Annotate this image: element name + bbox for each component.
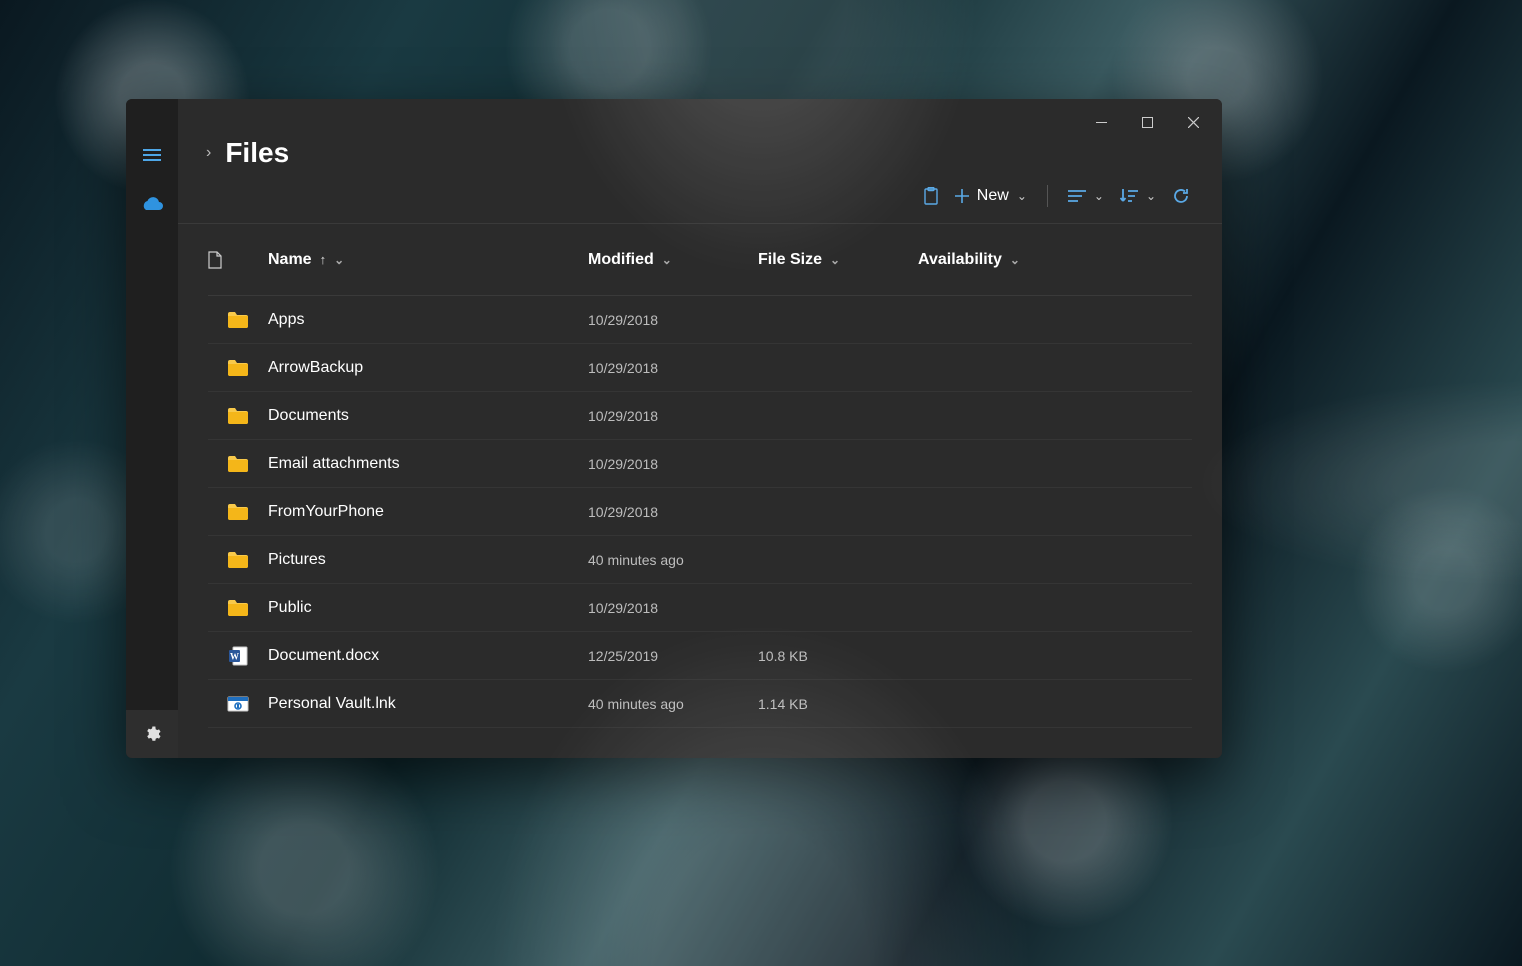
file-row[interactable]: W Document.docx12/25/201910.8 KB — [208, 632, 1192, 680]
titlebar — [178, 99, 1222, 139]
word-icon: W — [208, 646, 268, 666]
chevron-down-icon: ⌄ — [1017, 189, 1027, 203]
cloud-icon — [140, 195, 164, 211]
folder-icon — [208, 455, 268, 473]
hamburger-button[interactable] — [126, 133, 178, 177]
paste-button[interactable] — [921, 183, 941, 209]
folder-icon — [208, 407, 268, 425]
chevron-right-icon[interactable]: › — [206, 144, 211, 162]
chevron-down-icon: ⌄ — [662, 253, 672, 267]
sort-button[interactable]: ⌄ — [1118, 184, 1158, 208]
chevron-down-icon: ⌄ — [830, 253, 840, 267]
folder-icon — [208, 551, 268, 569]
onedrive-button[interactable] — [126, 181, 178, 225]
file-modified: 40 minutes ago — [588, 696, 758, 712]
file-size: 10.8 KB — [758, 648, 918, 664]
file-row[interactable]: Apps10/29/2018 — [208, 296, 1192, 344]
sidebar — [126, 99, 178, 758]
file-name: Document.docx — [268, 647, 588, 665]
maximize-button[interactable] — [1124, 107, 1170, 137]
gear-icon — [143, 725, 161, 743]
folder-icon — [208, 599, 268, 617]
file-modified: 10/29/2018 — [588, 456, 758, 472]
app-window: › Files New ⌄ ⌄ — [126, 99, 1222, 758]
column-icon[interactable] — [208, 251, 268, 269]
minimize-button[interactable] — [1078, 107, 1124, 137]
sort-asc-icon: ↑ — [320, 252, 327, 267]
file-name: Apps — [268, 311, 588, 329]
column-size[interactable]: File Size ⌄ — [758, 251, 918, 269]
file-modified: 10/29/2018 — [588, 360, 758, 376]
folder-icon — [208, 311, 268, 329]
folder-icon — [208, 359, 268, 377]
chevron-down-icon: ⌄ — [1010, 253, 1020, 267]
refresh-icon — [1172, 187, 1190, 205]
toolbar-separator — [1047, 185, 1048, 207]
refresh-button[interactable] — [1170, 183, 1192, 209]
file-row[interactable]: FromYourPhone10/29/2018 — [208, 488, 1192, 536]
svg-text:W: W — [230, 651, 239, 661]
file-size: 1.14 KB — [758, 696, 918, 712]
file-row[interactable]: Documents10/29/2018 — [208, 392, 1192, 440]
hamburger-icon — [143, 149, 161, 161]
breadcrumb-title[interactable]: Files — [225, 137, 289, 169]
new-button[interactable]: New ⌄ — [953, 183, 1029, 209]
column-name-label: Name — [268, 251, 312, 269]
file-name: Documents — [268, 407, 588, 425]
chevron-down-icon: ⌄ — [1094, 189, 1104, 203]
toolbar: New ⌄ ⌄ ⌄ — [178, 175, 1222, 224]
list-view-icon — [1068, 189, 1086, 203]
file-modified: 40 minutes ago — [588, 552, 758, 568]
new-button-label: New — [977, 187, 1009, 205]
chevron-down-icon: ⌄ — [334, 253, 344, 267]
file-modified: 10/29/2018 — [588, 504, 758, 520]
file-modified: 10/29/2018 — [588, 312, 758, 328]
file-name: Pictures — [268, 551, 588, 569]
maximize-icon — [1142, 117, 1153, 128]
close-button[interactable] — [1170, 107, 1216, 137]
column-name[interactable]: Name ↑ ⌄ — [268, 251, 588, 269]
file-row[interactable]: Public10/29/2018 — [208, 584, 1192, 632]
view-button[interactable]: ⌄ — [1066, 185, 1106, 207]
file-name: FromYourPhone — [268, 503, 588, 521]
folder-icon — [208, 503, 268, 521]
file-name: Email attachments — [268, 455, 588, 473]
vault-icon — [208, 695, 268, 713]
sort-icon — [1120, 188, 1138, 204]
file-row[interactable]: Email attachments10/29/2018 — [208, 440, 1192, 488]
clipboard-icon — [923, 187, 939, 205]
column-availability[interactable]: Availability ⌄ — [918, 251, 1192, 269]
list-header: Name ↑ ⌄ Modified ⌄ File Size ⌄ Availabi… — [208, 224, 1192, 296]
file-row[interactable]: Personal Vault.lnk40 minutes ago1.14 KB — [208, 680, 1192, 728]
file-modified: 10/29/2018 — [588, 408, 758, 424]
main-panel: › Files New ⌄ ⌄ — [178, 99, 1222, 758]
column-size-label: File Size — [758, 251, 822, 269]
file-name: ArrowBackup — [268, 359, 588, 377]
file-modified: 10/29/2018 — [588, 600, 758, 616]
file-list: Name ↑ ⌄ Modified ⌄ File Size ⌄ Availabi… — [178, 224, 1222, 758]
column-modified-label: Modified — [588, 251, 654, 269]
file-name: Public — [268, 599, 588, 617]
chevron-down-icon: ⌄ — [1146, 189, 1156, 203]
breadcrumb: › Files — [178, 137, 1222, 175]
file-row[interactable]: Pictures40 minutes ago — [208, 536, 1192, 584]
file-name: Personal Vault.lnk — [268, 695, 588, 713]
column-modified[interactable]: Modified ⌄ — [588, 251, 758, 269]
settings-button[interactable] — [126, 710, 178, 758]
minimize-icon — [1096, 117, 1107, 128]
column-availability-label: Availability — [918, 251, 1002, 269]
file-outline-icon — [208, 251, 222, 269]
close-icon — [1188, 117, 1199, 128]
file-row[interactable]: ArrowBackup10/29/2018 — [208, 344, 1192, 392]
plus-icon — [955, 189, 969, 203]
file-modified: 12/25/2019 — [588, 648, 758, 664]
